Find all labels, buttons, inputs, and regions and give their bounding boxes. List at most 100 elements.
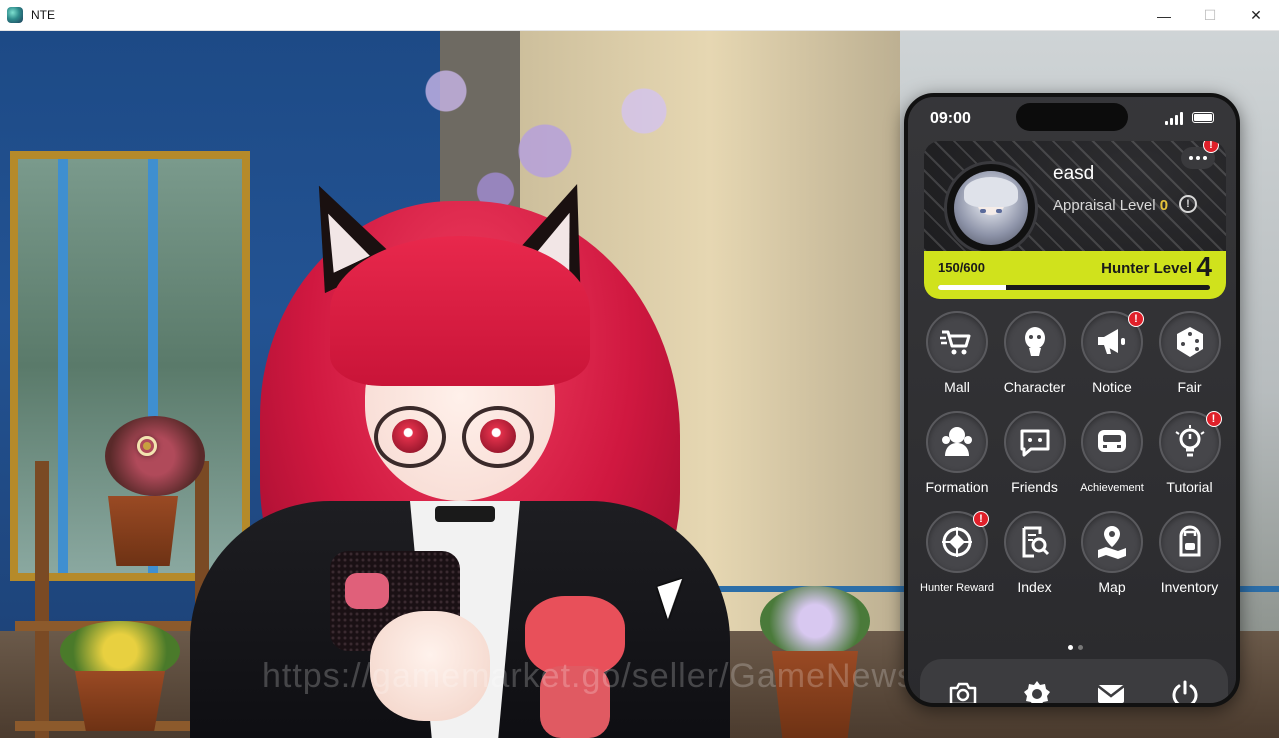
app-friends-button[interactable]: Friends: [996, 411, 1074, 511]
glasses-lens: [462, 406, 534, 468]
achievement-icon: [1098, 430, 1126, 452]
app-achievement-button[interactable]: Achievement: [1073, 411, 1151, 511]
interaction-marker-icon[interactable]: [137, 436, 157, 456]
page-dot[interactable]: [1068, 645, 1073, 650]
maximize-button[interactable]: ☐: [1187, 0, 1233, 31]
notification-badge: !: [1128, 311, 1144, 327]
close-button[interactable]: ✕: [1233, 0, 1279, 31]
formation-icon: [942, 427, 972, 456]
avatar-frame[interactable]: [944, 161, 1038, 255]
crosshair-icon: [942, 527, 972, 557]
phone-dock: [920, 659, 1228, 703]
notification-badge: !: [973, 511, 989, 527]
purple-flowers: [760, 586, 870, 656]
hunter-level-value: 4: [1196, 251, 1212, 282]
window-title: NTE: [31, 8, 55, 22]
avatar: [954, 171, 1028, 245]
app-fair-label: Fair: [1177, 379, 1202, 395]
profile-card[interactable]: easd Appraisal Level 0 ! ! 150/600 Hunte…: [924, 141, 1226, 299]
power-icon: [1172, 680, 1198, 703]
username: easd: [1053, 163, 1095, 184]
chat-icon: [1020, 429, 1049, 457]
app-hunter-reward-label: Hunter Reward: [920, 582, 994, 594]
app-formation-circle[interactable]: [926, 411, 988, 473]
shelf-leg: [35, 461, 49, 738]
app-achievement-label: Achievement: [1080, 482, 1144, 494]
app-inventory-circle[interactable]: [1158, 511, 1221, 573]
appraisal-level-value: 0: [1159, 197, 1169, 214]
map-pin-icon: [1098, 526, 1126, 559]
app-map-button[interactable]: Map: [1073, 511, 1151, 611]
phone-menu: 09:00 easd Appraisal Level 0 ! ! 150/600…: [904, 93, 1240, 707]
power-button[interactable]: [1158, 667, 1212, 703]
app-notice-circle[interactable]: !: [1081, 311, 1144, 373]
app-index-button[interactable]: Index: [996, 511, 1074, 611]
app-notice-button[interactable]: ! Notice: [1073, 311, 1151, 411]
phone-clock: 09:00: [930, 110, 971, 127]
backpack-icon: [1179, 525, 1200, 557]
window-titlebar: NTE — ☐ ✕: [0, 0, 1279, 31]
camera-icon: [949, 682, 977, 703]
more-options-button[interactable]: !: [1181, 141, 1219, 169]
app-logo-icon: [7, 7, 23, 23]
info-icon[interactable]: !: [1179, 195, 1197, 213]
app-achievement-circle[interactable]: [1081, 411, 1143, 473]
app-inventory-label: Inventory: [1160, 579, 1219, 595]
app-tutorial-circle[interactable]: !: [1158, 411, 1222, 473]
app-character-circle[interactable]: [1003, 311, 1066, 373]
app-tutorial-button[interactable]: ! Tutorial: [1151, 411, 1229, 511]
hunter-level-bar: 150/600 Hunter Level 4: [924, 251, 1226, 299]
app-friends-label: Friends: [1011, 479, 1058, 495]
app-notice-label: Notice: [1092, 379, 1132, 395]
app-hunter-reward-button[interactable]: ! Hunter Reward: [918, 511, 996, 611]
xp-progress-track: [938, 285, 1210, 290]
settings-button[interactable]: [1010, 667, 1064, 703]
appraisal-label: Appraisal Level: [1053, 197, 1156, 214]
app-friends-circle[interactable]: [1003, 411, 1066, 473]
app-map-label: Map: [1098, 579, 1126, 595]
settings-icon: [1024, 681, 1050, 703]
plant-pot: [75, 671, 165, 731]
index-search-icon: [1022, 526, 1049, 558]
character-bangs: [330, 236, 590, 386]
phone-notch: [1016, 103, 1128, 131]
phone-cat-charm: [345, 573, 389, 609]
app-character-label: Character: [1003, 379, 1066, 395]
character-icon: [1024, 327, 1045, 356]
app-mall-label: Mall: [944, 379, 970, 395]
xp-progress-text: 150/600: [938, 260, 985, 275]
camera-button[interactable]: [936, 667, 990, 703]
app-mall-button[interactable]: Mall: [918, 311, 996, 411]
app-index-label: Index: [1017, 579, 1052, 595]
signal-icon: [1165, 111, 1187, 125]
notification-badge: !: [1205, 411, 1222, 427]
app-formation-button[interactable]: Formation: [918, 411, 996, 511]
phone-status-bar: 09:00: [908, 97, 1236, 141]
page-indicator: [1068, 645, 1083, 650]
app-inventory-button[interactable]: Inventory: [1151, 511, 1229, 611]
app-fair-circle[interactable]: [1158, 311, 1221, 373]
game-viewport[interactable]: https://gamemarket.go/seller/GameNews 09…: [0, 31, 1279, 738]
mail-icon: [1097, 685, 1125, 703]
app-grid: Mall Character! Notice Fair Formation Friends…: [918, 311, 1230, 621]
minimize-button[interactable]: —: [1141, 0, 1187, 31]
watermark-text: https://gamemarket.go/seller/GameNews: [262, 657, 916, 695]
app-hunter-reward-circle[interactable]: !: [926, 511, 989, 573]
page-dot[interactable]: [1078, 645, 1083, 650]
character-choker: [435, 506, 495, 522]
dice-icon: [1176, 327, 1203, 357]
app-fair-button[interactable]: Fair: [1151, 311, 1229, 411]
app-character-button[interactable]: Character: [996, 311, 1074, 411]
app-formation-label: Formation: [925, 479, 989, 495]
glasses-lens: [374, 406, 446, 468]
megaphone-icon: [1098, 329, 1125, 354]
app-index-circle[interactable]: [1003, 511, 1066, 573]
mail-button[interactable]: [1084, 667, 1138, 703]
cart-icon: [940, 330, 971, 355]
app-tutorial-label: Tutorial: [1166, 479, 1213, 495]
plant-pot: [108, 496, 178, 566]
appraisal-level: Appraisal Level 0: [1053, 197, 1168, 214]
hunter-level-label: Hunter Level: [1101, 260, 1192, 277]
app-map-circle[interactable]: [1081, 511, 1143, 573]
app-mall-circle[interactable]: [926, 311, 988, 373]
